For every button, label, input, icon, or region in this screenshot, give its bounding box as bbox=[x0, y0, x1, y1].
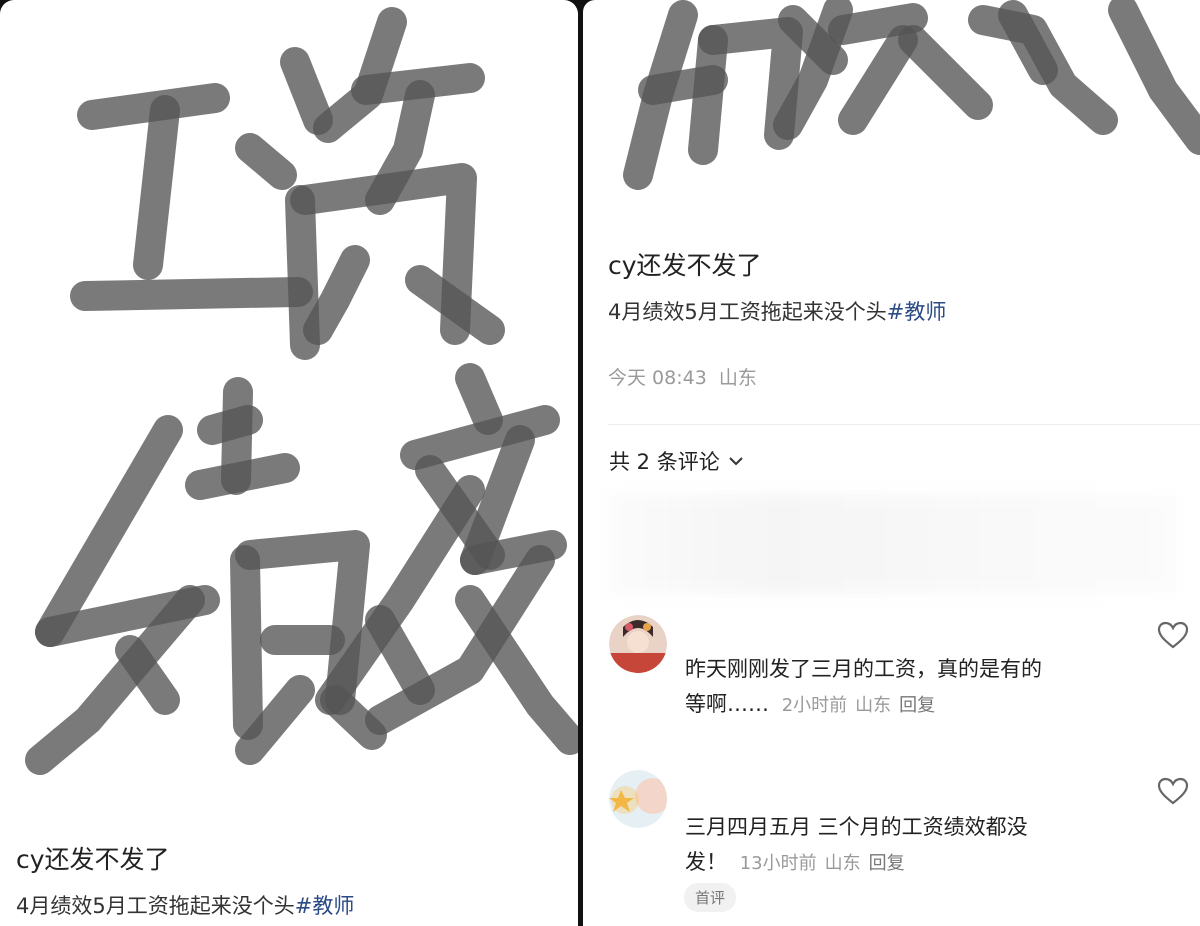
comment-time: 13小时前 bbox=[739, 853, 817, 874]
comment-location: 山东 bbox=[855, 695, 892, 716]
comment-meta: 2小时前 山东 回复 bbox=[782, 695, 943, 716]
reply-button[interactable]: 回复 bbox=[869, 853, 905, 874]
comment-line-with-meta: 等啊…… 2小时前 山东 回复 bbox=[685, 687, 1125, 723]
comment-location: 山东 bbox=[824, 853, 861, 874]
avatar[interactable] bbox=[609, 770, 667, 828]
post-body-text: 4月绩效5月工资拖起来没个头 bbox=[608, 300, 887, 324]
post-body: 4月绩效5月工资拖起来没个头#教师 bbox=[608, 296, 946, 326]
comment-line: 三月四月五月 三个月的工资绩效都没 bbox=[685, 815, 1028, 839]
comment-body: 昨天刚刚发了三月的工资，真的是有的 等啊…… 2小时前 山东 回复 bbox=[685, 652, 1125, 723]
heart-outline-icon[interactable] bbox=[1156, 620, 1190, 650]
divider bbox=[608, 424, 1200, 425]
post-title: cy还发不发了 bbox=[608, 251, 762, 280]
avatar[interactable] bbox=[609, 615, 667, 673]
comment-line: 等啊…… bbox=[685, 692, 769, 716]
handwritten-note-image bbox=[25, 7, 578, 775]
heart-outline-icon[interactable] bbox=[1156, 776, 1190, 806]
comment-line-with-meta: 发！ 13小时前 山东 回复 bbox=[685, 845, 1125, 881]
reply-button[interactable]: 回复 bbox=[899, 695, 935, 716]
post-location: 山东 bbox=[718, 367, 757, 389]
post-body-text: 4月绩效5月工资拖起来没个头 bbox=[16, 894, 295, 918]
comment-line: 昨天刚刚发了三月的工资，真的是有的 bbox=[685, 657, 1042, 681]
comments-count-toggle[interactable]: 共 2 条评论 bbox=[609, 446, 744, 476]
comment-body: 三月四月五月 三个月的工资绩效都没 发！ 13小时前 山东 回复 bbox=[685, 810, 1125, 881]
comments-count-label: 共 2 条评论 bbox=[609, 450, 720, 474]
comment-time: 2小时前 bbox=[781, 695, 848, 716]
comment-line: 发！ bbox=[685, 850, 727, 874]
post-body: 4月绩效5月工资拖起来没个头#教师 bbox=[16, 890, 354, 920]
post-title: cy还发不发了 bbox=[16, 845, 170, 874]
first-comment-badge: 首评 bbox=[684, 883, 737, 912]
post-meta: 今天 08:43 山东 bbox=[608, 363, 757, 390]
hashtag-link[interactable]: #教师 bbox=[295, 894, 355, 918]
blurred-region bbox=[608, 494, 1178, 594]
handwritten-note-image bbox=[623, 0, 1200, 190]
comment-meta: 13小时前 山东 回复 bbox=[740, 853, 913, 874]
left-post-screenshot: cy还发不发了 4月绩效5月工资拖起来没个头#教师 bbox=[0, 0, 578, 926]
post-time: 今天 08:43 bbox=[608, 367, 707, 389]
chevron-down-icon bbox=[728, 456, 744, 466]
hashtag-link[interactable]: #教师 bbox=[887, 300, 947, 324]
